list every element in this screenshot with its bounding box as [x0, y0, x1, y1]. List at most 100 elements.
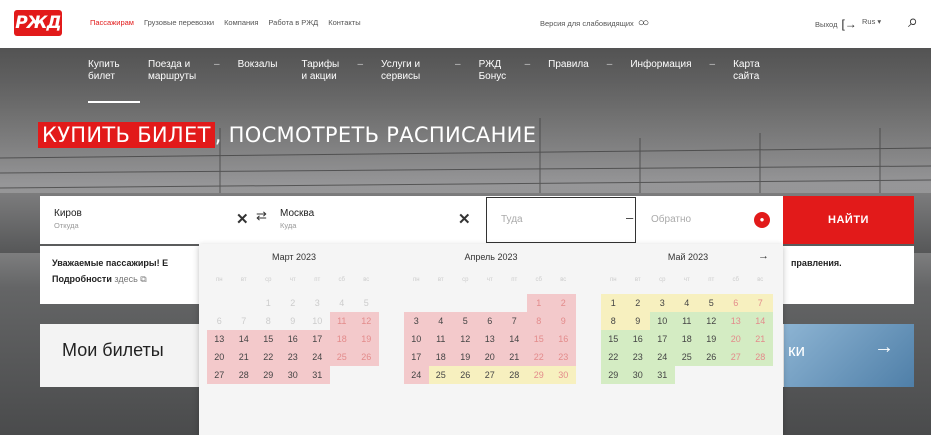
calendar-day[interactable]: 27 [723, 348, 748, 366]
calendar-day[interactable]: 20 [723, 330, 748, 348]
calendar-day[interactable]: 2 [551, 294, 576, 312]
calendar-day[interactable]: 18 [428, 348, 453, 366]
to-field[interactable]: Москва Куда ✕ [260, 196, 486, 244]
clear-to-icon[interactable]: ✕ [458, 210, 471, 228]
calendar-day[interactable]: 13 [207, 330, 232, 348]
calendar-day[interactable]: 19 [354, 330, 379, 348]
main-nav-stations[interactable]: Вокзалы [226, 59, 290, 83]
calendar-icon[interactable]: ● [754, 212, 770, 228]
rzd-logo[interactable]: РЖД [14, 10, 62, 36]
calendar-day[interactable]: 14 [231, 330, 256, 348]
from-field[interactable]: Киров Откуда ✕ [40, 196, 260, 244]
calendar-day[interactable]: 30 [280, 366, 305, 384]
calendar-day[interactable]: 14 [748, 312, 773, 330]
external-link-icon[interactable]: ⧉ [138, 274, 146, 284]
calendar-day[interactable]: 15 [601, 330, 626, 348]
calendar-day[interactable]: 26 [699, 348, 724, 366]
main-nav-trains-routes[interactable]: Поезда и маршруты [136, 59, 208, 83]
calendar-day[interactable]: 23 [625, 348, 650, 366]
next-month-arrow-icon[interactable]: → [758, 250, 769, 262]
language-select[interactable]: Rus ▾ [862, 17, 881, 26]
calendar-day[interactable]: 16 [625, 330, 650, 348]
calendar-day[interactable]: 10 [650, 312, 675, 330]
calendar-day[interactable]: 26 [354, 348, 379, 366]
calendar-day[interactable]: 13 [477, 330, 502, 348]
calendar-day[interactable]: 30 [551, 366, 576, 384]
calendar-day[interactable]: 6 [477, 312, 502, 330]
calendar-day[interactable]: 17 [650, 330, 675, 348]
calendar-day[interactable]: 6 [723, 294, 748, 312]
calendar-day[interactable]: 25 [428, 366, 453, 384]
calendar-day[interactable]: 29 [601, 366, 626, 384]
calendar-day[interactable]: 24 [404, 366, 429, 384]
calendar-day[interactable]: 31 [305, 366, 330, 384]
top-nav-item-freight[interactable]: Грузовые перевозки [144, 18, 214, 27]
calendar-day[interactable]: 5 [699, 294, 724, 312]
calendar-day[interactable]: 29 [526, 366, 551, 384]
calendar-day[interactable]: 24 [305, 348, 330, 366]
calendar-day[interactable]: 21 [748, 330, 773, 348]
clear-from-icon[interactable]: ✕ [236, 210, 249, 228]
logout-button[interactable]: Выход [→ [815, 17, 857, 31]
calendar-day[interactable]: 28 [748, 348, 773, 366]
promo-card[interactable]: ки → [784, 324, 914, 387]
calendar-day[interactable]: 30 [625, 366, 650, 384]
date-back-field[interactable]: Обратно [651, 214, 691, 225]
calendar-day[interactable]: 15 [526, 330, 551, 348]
main-nav-sitemap[interactable]: Карта сайта [721, 59, 767, 83]
accessible-version-link[interactable]: Версия для слабовидящих ○○ [540, 17, 649, 29]
calendar-day[interactable]: 8 [526, 312, 551, 330]
calendar-day[interactable]: 27 [207, 366, 232, 384]
calendar-day[interactable]: 31 [650, 366, 675, 384]
calendar-day[interactable]: 29 [256, 366, 281, 384]
calendar-day[interactable]: 22 [601, 348, 626, 366]
calendar-day[interactable]: 12 [453, 330, 478, 348]
calendar-day[interactable]: 16 [280, 330, 305, 348]
top-nav-item-jobs[interactable]: Работа в РЖД [268, 18, 318, 27]
find-button[interactable]: НАЙТИ [783, 196, 914, 244]
top-nav-item-passengers[interactable]: Пассажирам [90, 18, 134, 27]
calendar-day[interactable]: 21 [231, 348, 256, 366]
calendar-day[interactable]: 16 [551, 330, 576, 348]
arrow-right-icon[interactable]: → [874, 336, 894, 359]
top-nav-item-contacts[interactable]: Контакты [328, 18, 360, 27]
calendar-day[interactable]: 28 [502, 366, 527, 384]
calendar-day[interactable]: 8 [601, 312, 626, 330]
calendar-day[interactable]: 18 [329, 330, 354, 348]
calendar-day[interactable]: 19 [699, 330, 724, 348]
calendar-day[interactable]: 22 [256, 348, 281, 366]
top-nav-item-company[interactable]: Компания [224, 18, 258, 27]
calendar-day[interactable]: 17 [305, 330, 330, 348]
calendar-day[interactable]: 20 [477, 348, 502, 366]
calendar-day[interactable]: 19 [453, 348, 478, 366]
calendar-day[interactable]: 11 [428, 330, 453, 348]
calendar-day[interactable]: 23 [551, 348, 576, 366]
main-nav-buy-ticket[interactable]: Купить билет [76, 59, 140, 103]
calendar-day[interactable]: 7 [748, 294, 773, 312]
calendar-day[interactable]: 28 [231, 366, 256, 384]
calendar-day[interactable]: 15 [256, 330, 281, 348]
calendar-day[interactable]: 1 [601, 294, 626, 312]
main-nav-tariffs[interactable]: Тарифы и акции [289, 59, 351, 83]
calendar-day[interactable]: 10 [404, 330, 429, 348]
calendar-day[interactable]: 20 [207, 348, 232, 366]
calendar-day[interactable]: 14 [502, 330, 527, 348]
calendar-day[interactable]: 25 [329, 348, 354, 366]
calendar-day[interactable]: 22 [526, 348, 551, 366]
calendar-day[interactable]: 7 [502, 312, 527, 330]
calendar-day[interactable]: 12 [354, 312, 379, 330]
main-nav-info[interactable]: Информация [618, 59, 703, 83]
calendar-day[interactable]: 3 [404, 312, 429, 330]
calendar-day[interactable]: 25 [674, 348, 699, 366]
calendar-day[interactable]: 21 [502, 348, 527, 366]
calendar-day[interactable]: 24 [650, 348, 675, 366]
calendar-day[interactable]: 13 [723, 312, 748, 330]
calendar-day[interactable]: 9 [625, 312, 650, 330]
date-there-field[interactable]: Туда [486, 197, 636, 243]
calendar-day[interactable]: 26 [453, 366, 478, 384]
calendar-day[interactable]: 2 [625, 294, 650, 312]
calendar-day[interactable]: 23 [280, 348, 305, 366]
calendar-day[interactable]: 5 [453, 312, 478, 330]
notice-details-link[interactable]: здесь [112, 274, 137, 284]
calendar-day[interactable]: 17 [404, 348, 429, 366]
